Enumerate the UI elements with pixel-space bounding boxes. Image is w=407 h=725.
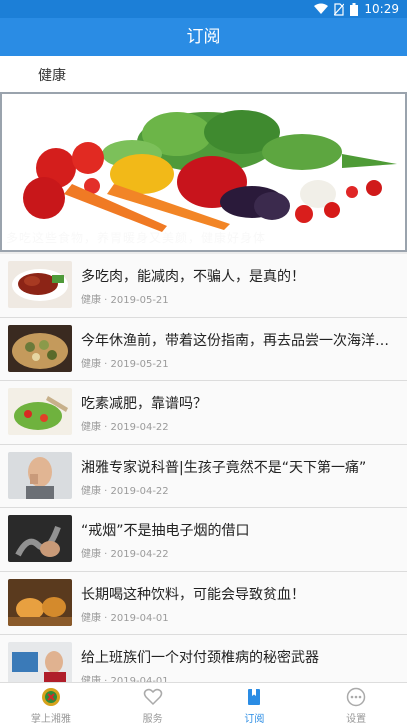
battery-icon	[350, 2, 359, 16]
list-item[interactable]: “戒烟”不是抽电子烟的借口 健康 · 2019-04-22	[0, 508, 407, 572]
tab-home[interactable]: 掌上湘雅	[0, 683, 102, 725]
status-time: 10:29	[364, 2, 399, 16]
news-title: 湘雅专家说科普|生孩子竟然不是“天下第一痛”	[81, 459, 367, 476]
banner-carousel[interactable]: 多吃这些食物，养胃暖身又美颜，健康好身体	[0, 92, 407, 252]
news-title: 今年休渔前，带着这份指南，再去品尝一次海洋之味	[81, 332, 399, 349]
news-title: 长期喝这种饮料，可能会导致贫血！	[81, 586, 305, 603]
tab-settings[interactable]: 设置	[305, 683, 407, 725]
news-meta: 健康 · 2019-05-21	[81, 295, 169, 306]
news-meta: 健康 · 2019-04-01	[81, 612, 169, 624]
wifi-icon	[314, 3, 329, 14]
no-sim-icon	[334, 2, 345, 16]
tab-label: 订阅	[244, 714, 265, 725]
banner-caption: 多吃这些食物，养胃暖身又美颜，健康好身体	[6, 231, 267, 245]
tab-services[interactable]: 服务	[102, 683, 204, 725]
bottom-tab-bar: 掌上湘雅 服务 订阅 设置	[0, 682, 407, 725]
list-item[interactable]: 给上班族们一个对付颈椎病的秘密武器 健康 · 2019-04-01	[0, 635, 407, 682]
app-logo-icon	[41, 688, 60, 706]
tab-label: 服务	[142, 714, 163, 725]
news-meta: 健康 · 2019-05-21	[81, 358, 169, 370]
heart-icon	[143, 688, 162, 706]
news-meta: 健康 · 2019-04-22	[81, 422, 169, 433]
tab-subscribe[interactable]: 订阅	[204, 683, 306, 725]
tea-thumbnail	[8, 578, 72, 626]
list-item[interactable]: 今年休渔前，带着这份指南，再去品尝一次海洋之味 健康 · 2019-05-21	[0, 317, 407, 381]
tab-label: 设置	[346, 714, 367, 725]
news-title: “戒烟”不是抽电子烟的借口	[81, 523, 250, 539]
news-list: 多吃肉，能减肉，不骗人，是真的！ 健康 · 2019-05-21 今年休渔前，带…	[0, 254, 407, 682]
news-meta: 健康 · 2019-04-01	[81, 676, 169, 682]
news-meta: 健康 · 2019-04-22	[81, 485, 169, 497]
list-item[interactable]: 多吃肉，能减肉，不骗人，是真的！ 健康 · 2019-05-21	[0, 254, 407, 318]
news-title: 给上班族们一个对付颈椎病的秘密武器	[81, 650, 319, 666]
tab-label: 掌上湘雅	[30, 714, 71, 725]
list-item[interactable]: 湘雅专家说科普|生孩子竟然不是“天下第一痛” 健康 · 2019-04-22	[0, 444, 407, 508]
category-label: 健康	[38, 68, 66, 84]
bookmark-icon	[248, 689, 261, 705]
list-item[interactable]: 吃素减肥，靠谱吗？ 健康 · 2019-04-22	[0, 381, 407, 445]
news-meta: 健康 · 2019-04-22	[81, 549, 169, 560]
smoke-thumbnail	[8, 515, 72, 562]
office-worker-thumbnail	[8, 642, 72, 682]
meat-dish-thumbnail	[8, 261, 72, 308]
man-in-pain-thumbnail	[8, 451, 72, 499]
status-bar: 10:29	[0, 0, 407, 18]
seafood-platter-thumbnail	[8, 324, 72, 372]
vegetables-banner-image	[2, 94, 405, 250]
salad-thumbnail	[8, 388, 72, 435]
list-item[interactable]: 长期喝这种饮料，可能会导致贫血！ 健康 · 2019-04-01	[0, 571, 407, 635]
news-title: 多吃肉，能减肉，不骗人，是真的！	[81, 269, 305, 285]
page-title: 订阅	[0, 18, 407, 56]
more-icon	[346, 687, 366, 707]
category-bar[interactable]: 健康	[0, 56, 407, 92]
news-title: 吃素减肥，靠谱吗？	[81, 396, 207, 412]
